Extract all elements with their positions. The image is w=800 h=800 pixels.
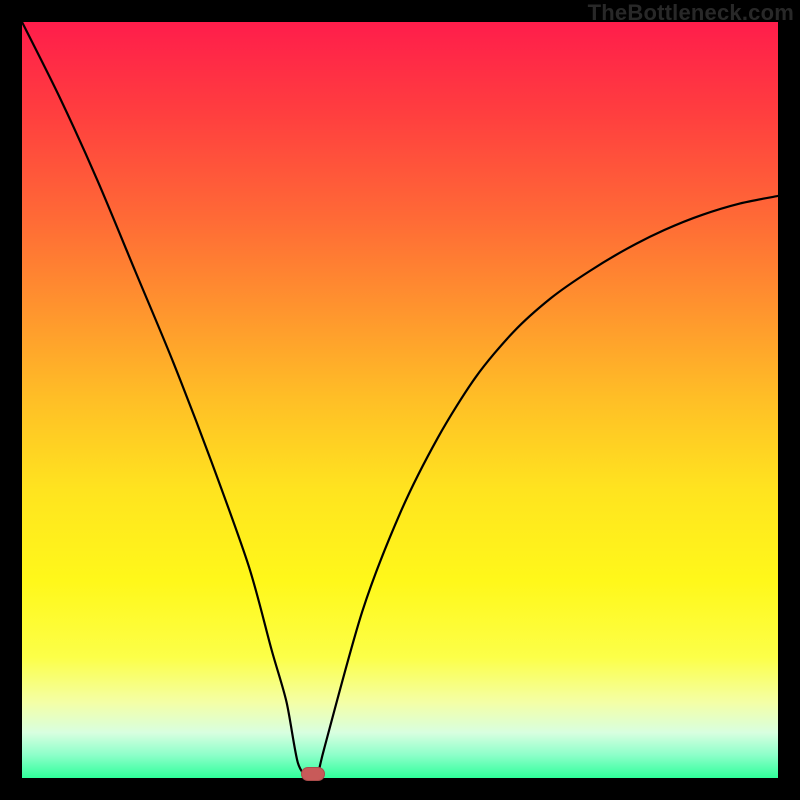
watermark-text: TheBottleneck.com <box>588 0 794 26</box>
chart-frame: TheBottleneck.com <box>0 0 800 800</box>
plot-area <box>22 22 778 778</box>
optimal-point-marker <box>301 767 325 781</box>
